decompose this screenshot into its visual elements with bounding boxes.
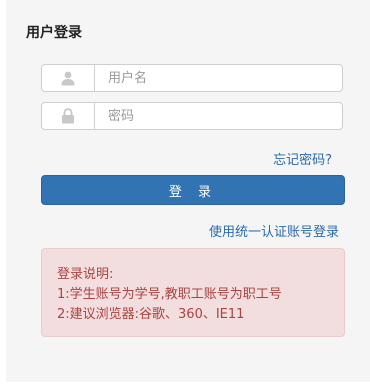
password-input[interactable]: [95, 103, 342, 129]
unified-auth-login-link[interactable]: 使用统一认证账号登录: [209, 221, 339, 240]
user-icon: [42, 65, 95, 91]
forgot-password-link[interactable]: 忘记密码?: [273, 149, 332, 168]
login-button[interactable]: 登 录: [41, 175, 345, 205]
username-field: [41, 64, 343, 92]
login-panel: 用户登录 忘记密码? 登 录 使用统一认证账号登录 登录说明: 1:学生账号为学…: [6, 0, 370, 382]
login-notice: 登录说明: 1:学生账号为学号,教职工账号为职工号 2:建议浏览器:谷歌、360…: [41, 248, 345, 337]
notice-line: 1:学生账号为学号,教职工账号为职工号: [57, 287, 282, 302]
page-title: 用户登录: [26, 25, 82, 41]
notice-heading: 登录说明:: [57, 267, 114, 282]
lock-icon: [42, 103, 95, 129]
notice-line: 2:建议浏览器:谷歌、360、IE11: [57, 307, 245, 322]
password-field: [41, 102, 343, 130]
username-input[interactable]: [95, 65, 342, 91]
